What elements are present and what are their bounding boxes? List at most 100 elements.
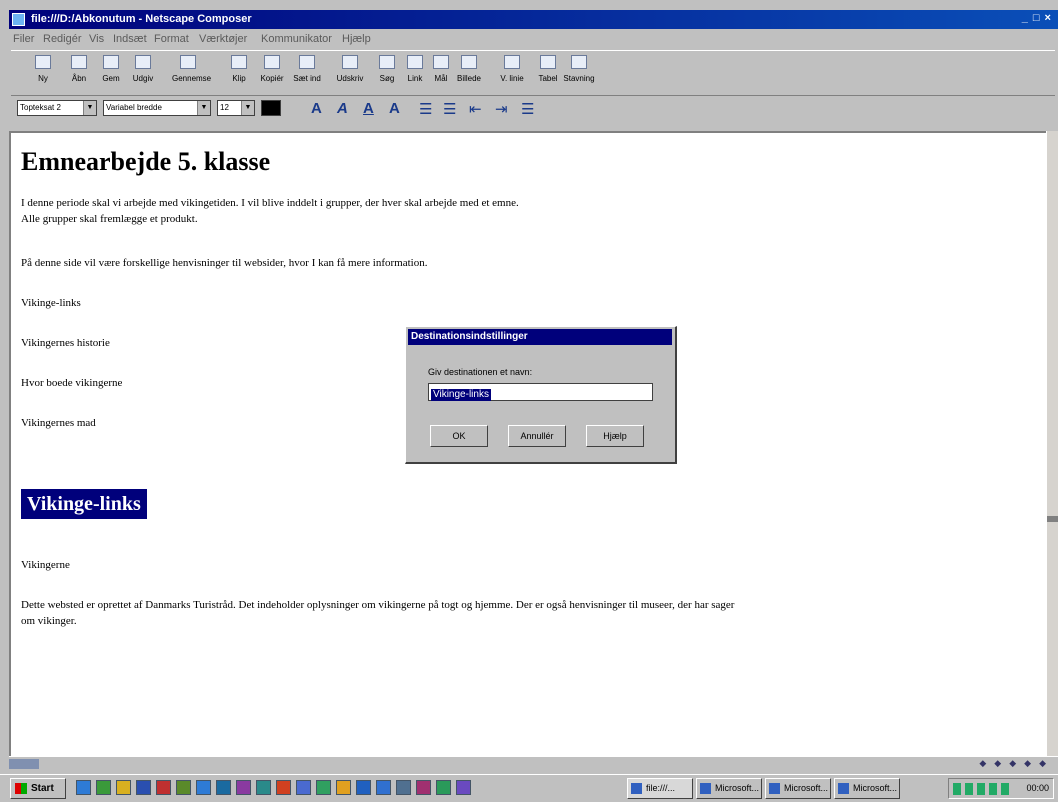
- quicklaunch-icon[interactable]: [256, 780, 271, 795]
- quicklaunch-icon[interactable]: [76, 780, 91, 795]
- tray-icons[interactable]: [953, 783, 1013, 795]
- quicklaunch-icon[interactable]: [416, 780, 431, 795]
- preview-browser-icon: [180, 55, 196, 69]
- indent-button[interactable]: ⇥: [495, 100, 508, 118]
- paragraph-style-select[interactable]: Topteksat 2 ▼: [17, 100, 97, 116]
- topic-mad: Vikingernes mad: [21, 417, 96, 429]
- font-select[interactable]: Variabel bredde ▼: [103, 100, 211, 116]
- font-size-select[interactable]: 12 ▼: [217, 100, 255, 116]
- title-bar[interactable]: file:///D:/Abkonutum - Netscape Composer…: [9, 10, 1058, 29]
- quicklaunch-icon[interactable]: [456, 780, 471, 795]
- destination-name-label: Giv destinationen et navn:: [428, 367, 533, 377]
- vertical-scrollbar[interactable]: [1046, 131, 1058, 756]
- menu-item-help[interactable]: Hjælp: [342, 33, 371, 45]
- menu-item-tools[interactable]: Værktøjer: [199, 33, 247, 45]
- dialog-title[interactable]: Destinationsindstillinger: [408, 329, 672, 345]
- underline-button[interactable]: A: [363, 100, 374, 117]
- window-control-buttons[interactable]: _ □ ×: [1022, 12, 1052, 24]
- windows-taskbar: Start file:///... Microsoft... Microsoft…: [0, 774, 1058, 802]
- component-bar-icons[interactable]: ◆◆◆◆◆: [979, 758, 1054, 769]
- quicklaunch-icon[interactable]: [376, 780, 391, 795]
- toolbar-save-button[interactable]: Gem: [99, 53, 123, 93]
- publish-icon: [135, 55, 151, 69]
- toolbar-table-button[interactable]: Tabel: [536, 53, 560, 93]
- section-text-line2: om vikinger.: [21, 615, 77, 627]
- save-disk-icon: [103, 55, 119, 69]
- quicklaunch-icon[interactable]: [276, 780, 291, 795]
- quicklaunch-icon[interactable]: [176, 780, 191, 795]
- toolbar-preview-button[interactable]: Gennemse: [172, 53, 211, 93]
- section-title: Vikingerne: [21, 559, 70, 571]
- intro-text-line2: Alle grupper skal fremlægge et produkt.: [21, 213, 198, 225]
- toolbar-publish-button[interactable]: Udgiv: [131, 53, 155, 93]
- copy-icon: [264, 55, 280, 69]
- selected-anchor-heading[interactable]: Vikinge-links: [21, 489, 147, 519]
- system-tray: 00:00: [948, 778, 1054, 799]
- find-binoculars-icon: [379, 55, 395, 69]
- menu-item-insert[interactable]: Indsæt: [113, 33, 147, 45]
- menu-item-format[interactable]: Format: [154, 33, 189, 45]
- help-button[interactable]: Hjælp: [586, 425, 644, 447]
- numbered-list-button[interactable]: ☰: [443, 100, 456, 118]
- chevron-down-icon: ▼: [241, 101, 254, 115]
- section-text-line1: Dette websted er oprettet af Danmarks Tu…: [21, 599, 735, 611]
- toolbar-link-button[interactable]: Link: [403, 53, 427, 93]
- quicklaunch-icon[interactable]: [356, 780, 371, 795]
- quicklaunch-icon[interactable]: [296, 780, 311, 795]
- toolbar-target-button[interactable]: Mål: [429, 53, 453, 93]
- toolbar-image-button[interactable]: Billede: [457, 53, 481, 93]
- quicklaunch-icon[interactable]: [96, 780, 111, 795]
- toolbar-cut-button[interactable]: Klip: [227, 53, 251, 93]
- destination-name-input[interactable]: Vikinge-links: [428, 383, 653, 401]
- menu-bar: Filer Redigér Vis Indsæt Format Værktøje…: [9, 30, 1058, 48]
- quicklaunch-icon[interactable]: [116, 780, 131, 795]
- outdent-button[interactable]: ⇤: [469, 100, 482, 118]
- text-color-swatch[interactable]: [261, 100, 281, 116]
- bullet-list-button[interactable]: ☰: [419, 100, 432, 118]
- clear-styles-button[interactable]: A: [389, 100, 400, 117]
- menu-item-communicator[interactable]: Kommunikator: [261, 33, 332, 45]
- quicklaunch-icon[interactable]: [196, 780, 211, 795]
- toolbar-copy-button[interactable]: Kopiér: [260, 53, 284, 93]
- cancel-button[interactable]: Annullér: [508, 425, 566, 447]
- taskbar-item-word-2[interactable]: Microsoft...: [765, 778, 831, 799]
- word-icon: [769, 783, 780, 794]
- menu-item-edit[interactable]: Redigér: [43, 33, 82, 45]
- link-chain-icon: [407, 55, 423, 69]
- toolbar-find-button[interactable]: Søg: [375, 53, 399, 93]
- taskbar-item-word-3[interactable]: Microsoft...: [834, 778, 900, 799]
- new-document-icon: [35, 55, 51, 69]
- toolbar-print-button[interactable]: Udskriv: [337, 53, 363, 93]
- composer-app-icon: [12, 13, 25, 26]
- bold-button[interactable]: A: [311, 100, 322, 117]
- quicklaunch-icon[interactable]: [436, 780, 451, 795]
- scroll-thumb[interactable]: [1047, 516, 1058, 522]
- quicklaunch-icon[interactable]: [136, 780, 151, 795]
- image-picture-icon: [461, 55, 477, 69]
- quicklaunch-icon[interactable]: [396, 780, 411, 795]
- align-button[interactable]: ☰: [521, 100, 534, 118]
- toolbar-new-button[interactable]: Ny: [31, 53, 55, 93]
- table-grid-icon: [540, 55, 556, 69]
- toolbar-spelling-button[interactable]: Stavning: [563, 53, 595, 93]
- quicklaunch-icon[interactable]: [156, 780, 171, 795]
- taskbar-item-composer[interactable]: file:///...: [627, 778, 693, 799]
- ok-button[interactable]: OK: [430, 425, 488, 447]
- start-button[interactable]: Start: [10, 778, 66, 799]
- tray-clock[interactable]: 00:00: [1026, 783, 1049, 793]
- menu-item-view[interactable]: Vis: [89, 33, 104, 45]
- quicklaunch-icon[interactable]: [336, 780, 351, 795]
- toolbar-hline-button[interactable]: V. linie: [500, 53, 524, 93]
- toolbar-paste-button[interactable]: Sæt ind: [293, 53, 321, 93]
- toolbar-open-button[interactable]: Åbn: [67, 53, 91, 93]
- taskbar-item-word-1[interactable]: Microsoft...: [696, 778, 762, 799]
- menu-item-file[interactable]: Filer: [13, 33, 34, 45]
- status-bar: ◆◆◆◆◆: [9, 756, 1058, 771]
- italic-button[interactable]: A: [337, 100, 348, 117]
- quicklaunch-icon[interactable]: [236, 780, 251, 795]
- quicklaunch-icon[interactable]: [216, 780, 231, 795]
- status-indicator: [9, 759, 39, 769]
- window-title: file:///D:/Abkonutum - Netscape Composer: [31, 13, 252, 25]
- intro-text-line1: I denne periode skal vi arbejde med viki…: [21, 197, 519, 209]
- quicklaunch-icon[interactable]: [316, 780, 331, 795]
